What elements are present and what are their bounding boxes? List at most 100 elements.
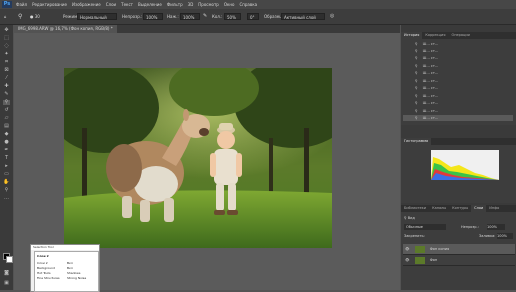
document-image[interactable] — [64, 68, 332, 248]
tab-layers[interactable]: Слои — [471, 205, 487, 212]
fill-input[interactable]: 100% — [497, 233, 513, 239]
eye-icon[interactable]: 👁 — [405, 258, 409, 262]
airbrush-icon[interactable]: ✎ — [203, 13, 207, 20]
history-item[interactable]: ⚲ Ш… ст… — [403, 93, 513, 99]
history-item[interactable]: ⚲ Ш… ст… — [403, 85, 513, 91]
document-tabs: IMG_6998.ARW @ 16,7% (Фон копия, RGB/8) … — [14, 25, 400, 33]
right-panels: История Коррекция Операции ⚲ Ш… ст… ⚲ Ш… с… — [401, 25, 516, 290]
opacity-label: Непрозр.: — [122, 14, 143, 19]
more-tools-icon[interactable]: … — [3, 196, 10, 201]
tab-libraries[interactable]: Библиотеки — [401, 205, 429, 212]
dialog-row-label: Hot Tools — [37, 271, 51, 275]
strength-input[interactable]: 50% — [224, 13, 241, 20]
brush-tool-icon[interactable]: ✎ — [3, 92, 10, 97]
history-list: ⚲ Ш… ст… ⚲ Ш… ст… ⚲ Ш… ст… ⚲ Ш… ст… ⚲ Ш… ст… … — [401, 39, 516, 125]
history-brush-icon[interactable]: ↺ — [3, 108, 10, 113]
mode-select[interactable]: Нормальный — [77, 13, 117, 20]
tab-history[interactable]: История — [401, 32, 423, 39]
clone-stamp-icon[interactable]: ⚲ — [3, 100, 10, 105]
path-select-icon[interactable]: ▸ — [3, 164, 10, 169]
menu-view[interactable]: Просмотр — [198, 0, 219, 9]
history-item[interactable]: ⚲ Ш… ст… — [403, 55, 513, 61]
tab-histogram[interactable]: Гистограмма — [401, 138, 432, 145]
stamp-tool-icon[interactable]: ⚲ — [18, 13, 22, 20]
history-item[interactable]: ⚲ Ш… ст… — [403, 48, 513, 54]
menu-file[interactable]: Файл — [16, 0, 27, 9]
blur-icon[interactable]: ◆ — [3, 132, 10, 137]
screen-mode-icon[interactable]: ▣ — [3, 281, 10, 286]
shape-tool-icon[interactable]: ▭ — [3, 172, 10, 177]
opacity-input[interactable]: 100% — [143, 13, 163, 20]
menu-filter[interactable]: Фильтр — [167, 0, 183, 9]
history-item[interactable]: ⚲ Ш… ст… — [403, 70, 513, 76]
menu-bar: Ps Файл Редактирование Изображение Слои … — [0, 0, 516, 9]
stamp-icon: ⚲ — [415, 56, 418, 60]
stamp-icon: ⚲ — [415, 94, 418, 98]
pen-tool-icon[interactable]: ✒ — [3, 148, 10, 153]
history-item[interactable]: ⚲ Ш… ст… — [403, 108, 513, 114]
dialog-row-value[interactable]: Вкл — [67, 261, 73, 265]
tab-adjustments[interactable]: Коррекция — [422, 32, 448, 39]
quick-mask-icon[interactable]: ◙ — [3, 271, 10, 276]
history-item-current[interactable]: ⚲ Ш… ст… — [403, 115, 513, 121]
filter-kind[interactable]: ⚲ Вид — [404, 215, 415, 221]
stamp-icon: ⚲ — [415, 42, 418, 46]
tab-channels[interactable]: Каналы — [429, 205, 449, 212]
hand-tool-icon[interactable]: ✋ — [3, 180, 10, 185]
layer-row[interactable]: 👁 Фон — [403, 255, 515, 266]
home-icon[interactable]: ⌂ — [4, 13, 7, 20]
history-item[interactable]: ⚲ Ш… ст… — [403, 41, 513, 47]
menu-select[interactable]: Выделение — [138, 0, 162, 9]
eyedropper-icon[interactable]: ⁄ — [3, 76, 10, 81]
dialog-title[interactable]: Selection Tool — [31, 245, 99, 250]
dialog-row-value[interactable]: Strong Noise — [67, 276, 86, 280]
stamp-icon: ⚲ — [415, 71, 418, 75]
background-color-swatch[interactable] — [6, 256, 13, 263]
menu-help[interactable]: Справка — [239, 0, 257, 9]
type-tool-icon[interactable]: T — [3, 156, 10, 161]
flow-input[interactable]: 100% — [180, 13, 200, 20]
menu-text[interactable]: Текст — [121, 0, 133, 9]
eraser-icon[interactable]: ▱ — [3, 116, 10, 121]
menu-edit[interactable]: Редактирование — [32, 0, 67, 9]
sample-select[interactable]: Активный слой — [281, 13, 325, 20]
tab-info[interactable]: Инфо — [486, 205, 502, 212]
layer-opacity-input[interactable]: 100% — [487, 224, 505, 230]
layer-row[interactable]: 👁 Фон копия — [403, 244, 515, 255]
layer-thumbnail — [414, 245, 425, 253]
move-tool-icon[interactable]: ✥ — [3, 28, 10, 33]
tab-actions[interactable]: Операции — [448, 32, 473, 39]
floating-dialog: Selection Tool Слои 2 Слои 2 Вкл Backgro… — [30, 244, 100, 292]
dodge-icon[interactable]: ● — [3, 140, 10, 145]
lasso-tool-icon[interactable]: ◌ — [3, 44, 10, 49]
blend-mode-select[interactable]: Обычные — [404, 224, 446, 230]
layers-panel-tabs: Библиотеки Каналы Контуры Слои Инфо — [401, 205, 516, 212]
healing-brush-icon[interactable]: ✚ — [3, 84, 10, 89]
eye-icon[interactable]: 👁 — [405, 247, 409, 251]
menu-3d[interactable]: 3D — [188, 0, 194, 9]
dialog-row-value[interactable]: Shadows — [67, 271, 80, 275]
dialog-row-label: Background — [37, 266, 55, 270]
angle-input[interactable]: 0° — [247, 13, 259, 20]
dialog-row-value[interactable]: Вкл — [67, 266, 73, 270]
menu-image[interactable]: Изображение — [72, 0, 101, 9]
zoom-tool-icon[interactable]: ⚲ — [3, 188, 10, 193]
gradient-icon[interactable]: ▤ — [3, 124, 10, 129]
menu-layers[interactable]: Слои — [106, 0, 116, 9]
brush-size-preset[interactable]: ● 30 — [30, 13, 40, 20]
magic-wand-icon[interactable]: ✦ — [3, 52, 10, 57]
lock-label: Закрепить: — [404, 234, 425, 238]
options-bar: ⌂ ⚲ ● 30 Режим: Нормальный Непрозр.: 100… — [0, 9, 516, 25]
pressure-icon[interactable]: ◎ — [330, 13, 334, 20]
menu-window[interactable]: Окно — [224, 0, 235, 9]
history-item[interactable]: ⚲ Ш… ст… — [403, 78, 513, 84]
marquee-tool-icon[interactable]: ⬚ — [3, 36, 10, 41]
history-item[interactable]: ⚲ Ш… ст… — [403, 100, 513, 106]
history-item[interactable]: ⚲ Ш… ст… — [403, 63, 513, 69]
crop-tool-icon[interactable]: ⌗ — [3, 60, 10, 65]
frame-tool-icon[interactable]: ⊠ — [3, 68, 10, 73]
tab-paths[interactable]: Контуры — [449, 205, 471, 212]
stamp-icon: ⚲ — [415, 79, 418, 83]
document-tab[interactable]: IMG_6998.ARW @ 16,7% (Фон копия, RGB/8) … — [14, 25, 117, 33]
stamp-icon: ⚲ — [415, 49, 418, 53]
